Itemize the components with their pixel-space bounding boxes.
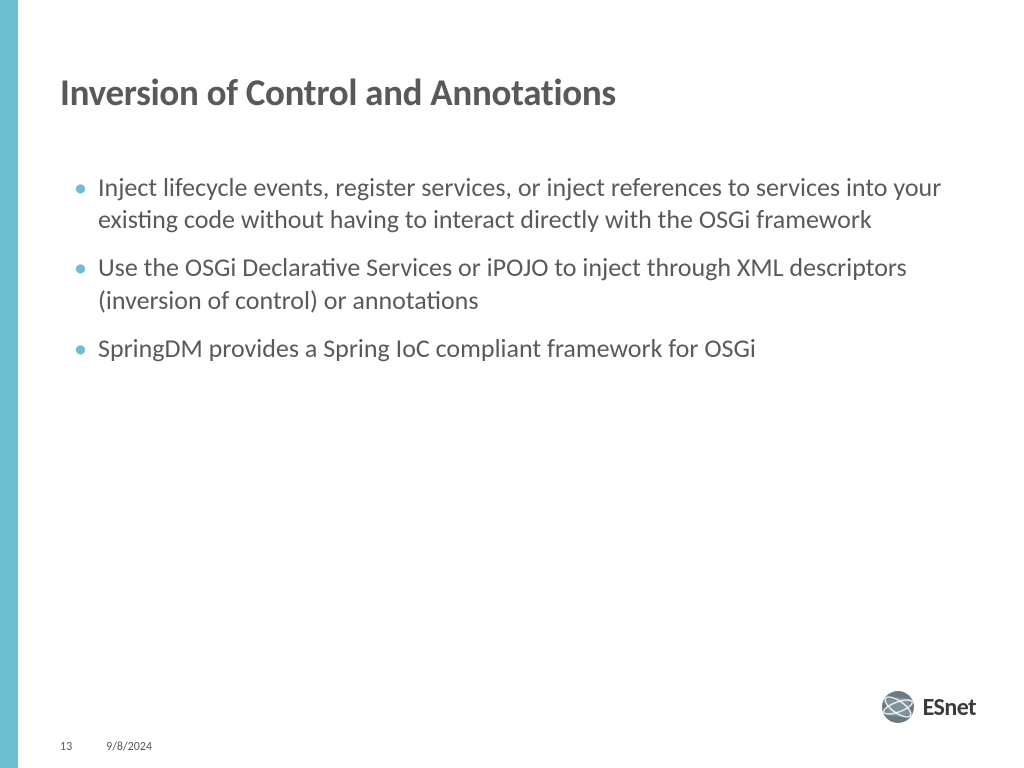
slide-content: Inversion of Control and Annotations Inj… bbox=[0, 0, 1024, 364]
bullet-item: SpringDM provides a Spring IoC compliant… bbox=[74, 332, 964, 364]
accent-bar bbox=[0, 0, 18, 768]
slide-footer: 13 9/8/2024 bbox=[60, 740, 152, 754]
slide-date: 9/8/2024 bbox=[106, 740, 152, 754]
bullet-item: Use the OSGi Declarative Services or iPO… bbox=[74, 251, 964, 315]
slide-title: Inversion of Control and Annotations bbox=[60, 70, 964, 115]
logo: ESnet bbox=[881, 690, 976, 724]
esnet-logo-icon bbox=[881, 690, 915, 724]
bullet-item: Inject lifecycle events, register servic… bbox=[74, 171, 964, 235]
bullet-list: Inject lifecycle events, register servic… bbox=[60, 171, 964, 364]
slide-number: 13 bbox=[60, 740, 72, 754]
logo-text: ESnet bbox=[923, 693, 976, 722]
